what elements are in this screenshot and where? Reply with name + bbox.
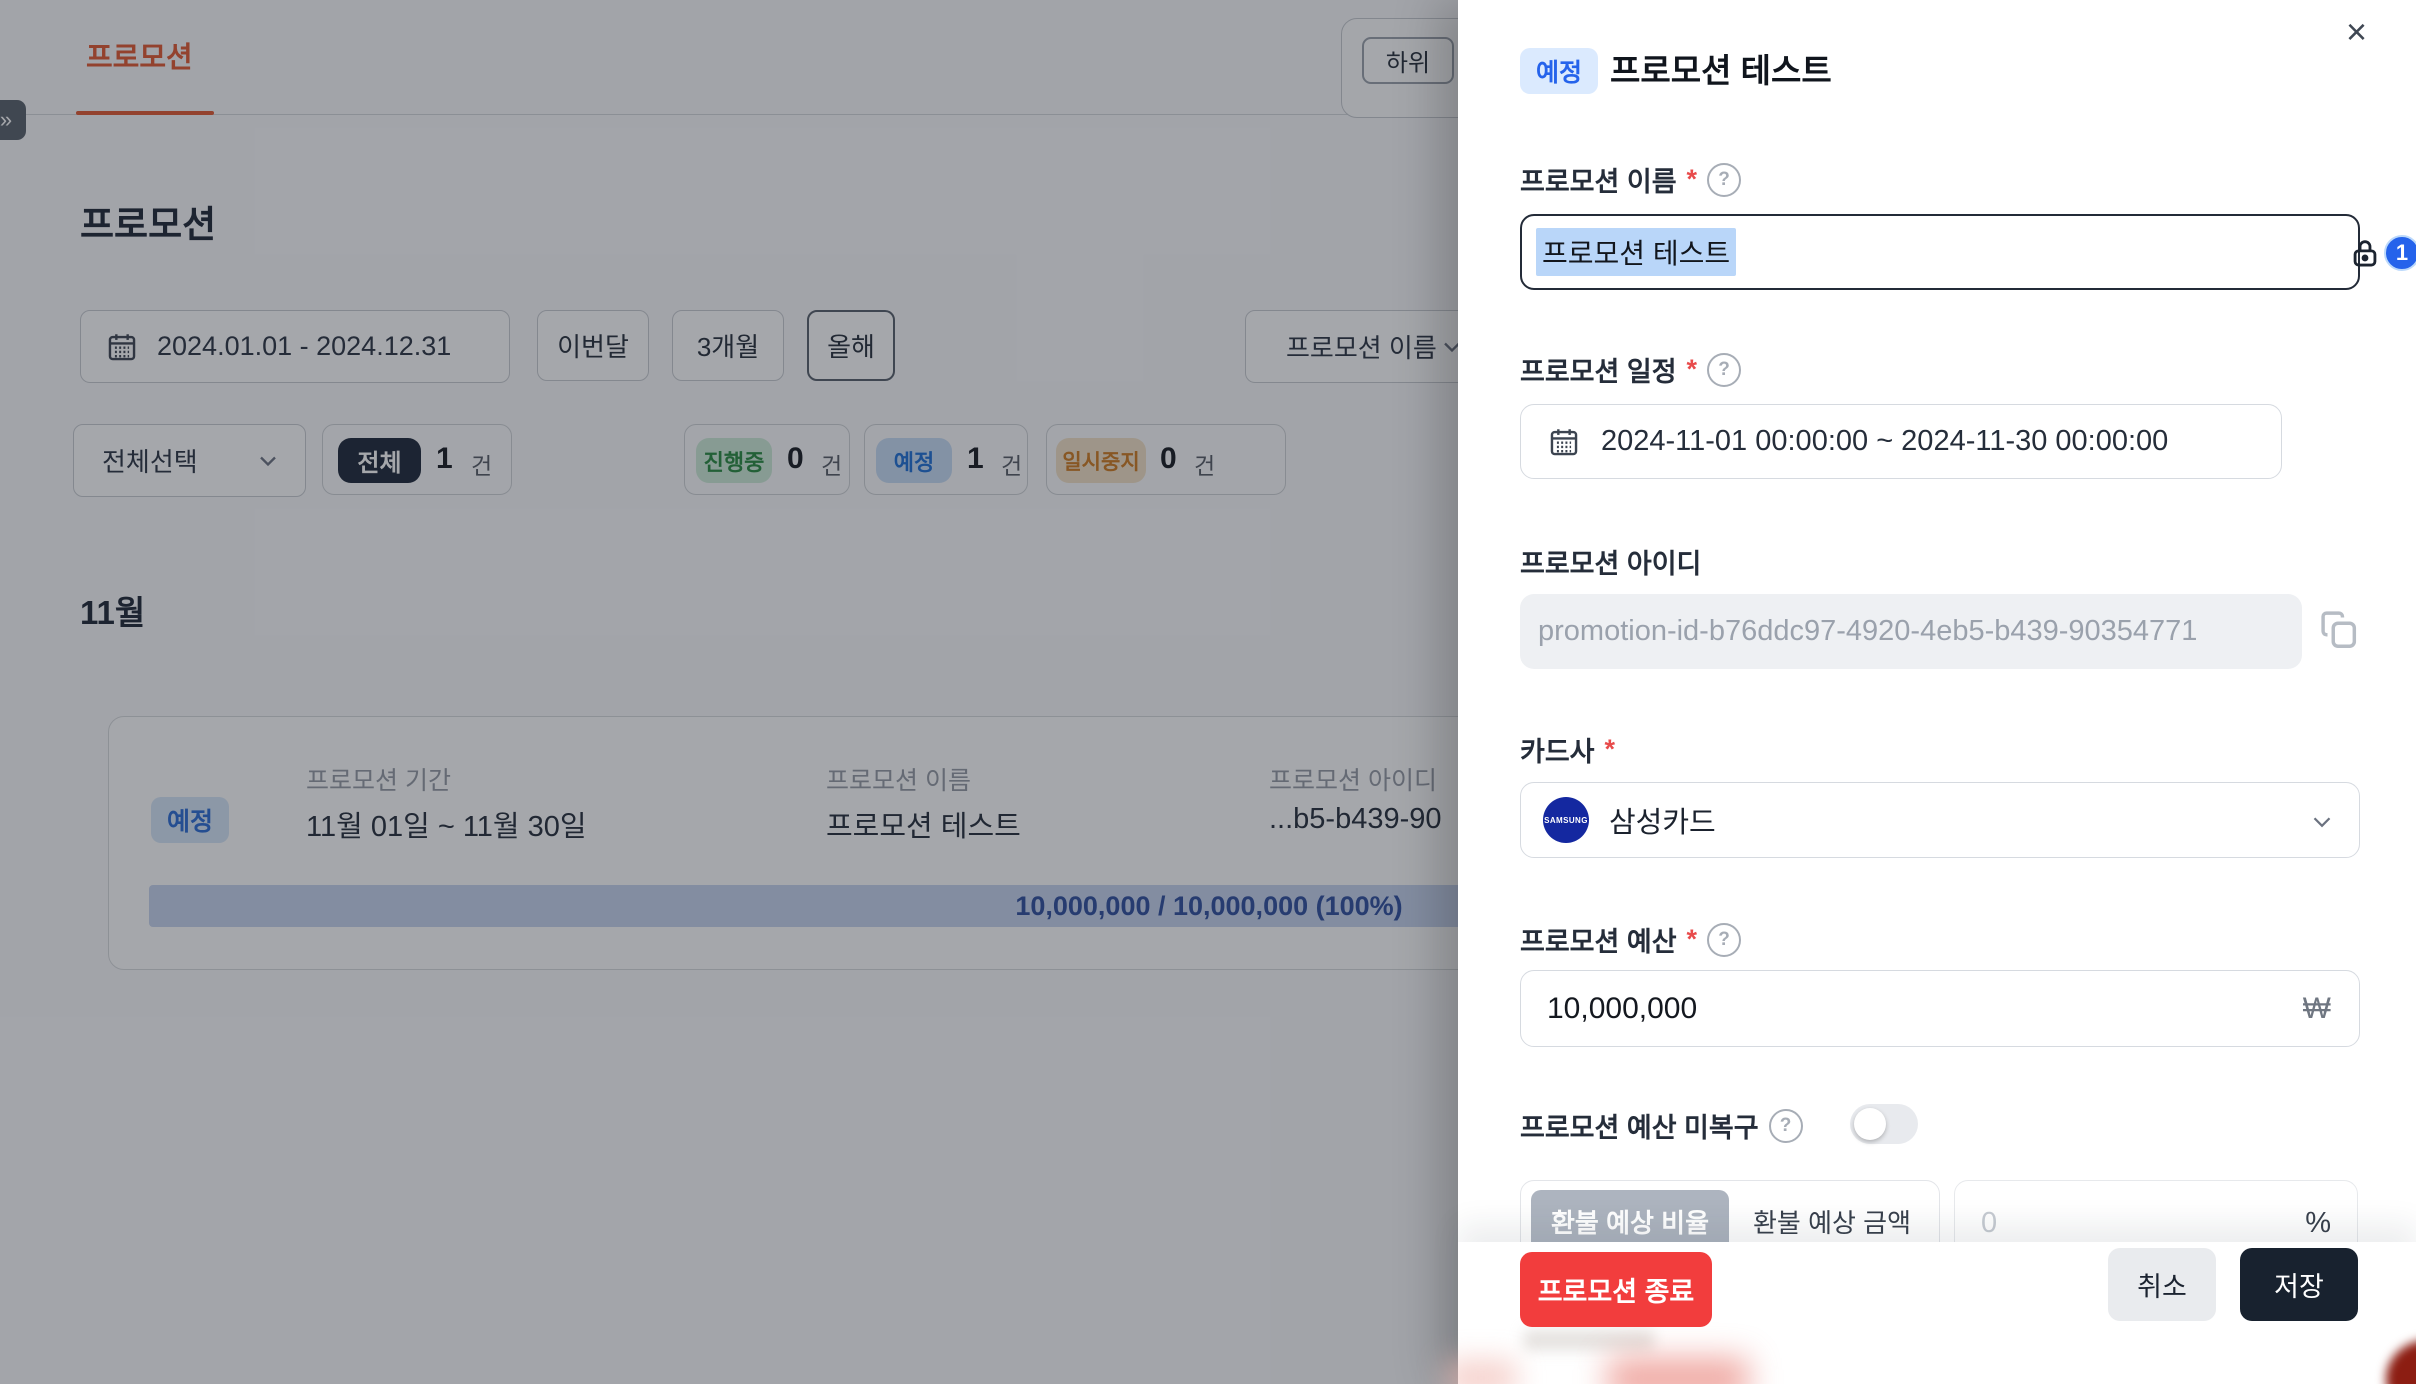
end-promotion-button[interactable]: 프로모션 종료 [1520, 1252, 1712, 1327]
card-company-select[interactable]: SAMSUNG 삼성카드 [1520, 782, 2360, 858]
won-currency-symbol: ₩ [2303, 992, 2331, 1026]
cancel-button[interactable]: 취소 [2108, 1248, 2216, 1321]
lock-icon[interactable] [2348, 236, 2382, 270]
card-company-value: 삼성카드 [1609, 799, 1716, 841]
required-asterisk: * [1687, 354, 1698, 385]
label-text: 프로모션 예산 미복구 [1520, 1106, 1759, 1145]
percent-suffix: % [2305, 1207, 2331, 1240]
name-input-value: 프로모션 테스트 [1536, 228, 1736, 276]
help-icon[interactable]: ? [1769, 1109, 1803, 1143]
blurred-background-content [1524, 1330, 1654, 1350]
name-field-label: 프로모션 이름 * ? [1520, 160, 1741, 199]
required-asterisk: * [1687, 164, 1698, 195]
help-icon[interactable]: ? [1707, 923, 1741, 957]
label-text: 카드사 [1520, 730, 1595, 769]
schedule-input[interactable]: 2024-11-01 00:00:00 ~ 2024-11-30 00:00:0… [1520, 404, 2282, 479]
id-field-label: 프로모션 아이디 [1520, 542, 1701, 581]
help-icon[interactable]: ? [1707, 163, 1741, 197]
required-asterisk: * [1605, 734, 1616, 765]
logo-text: SAMSUNG [1544, 816, 1588, 825]
label-text: 프로모션 아이디 [1520, 542, 1701, 581]
promotion-id-input: promotion-id-b76ddc97-4920-4eb5-b439-903… [1520, 594, 2302, 669]
promotion-detail-drawer: × 예정 프로모션 테스트 프로모션 이름 * ? 프로모션 테스트 1 프로모… [1458, 0, 2416, 1384]
password-manager-glyph: 1 [2396, 240, 2408, 266]
name-input[interactable]: 프로모션 테스트 1 [1520, 214, 2360, 290]
drawer-status-badge: 예정 [1520, 48, 1598, 94]
drawer-title: 프로모션 테스트 [1610, 44, 1832, 92]
calendar-icon [1547, 425, 1581, 459]
app-screen: » 프로모션 하위 프로모션 2024.01.01 - 2024.12.31 이… [0, 0, 2416, 1384]
blurred-red-accent [1608, 1358, 1748, 1384]
help-icon[interactable]: ? [1707, 353, 1741, 387]
drawer-footer: 프로모션 종료 취소 저장 [1458, 1242, 2416, 1384]
required-asterisk: * [1687, 924, 1698, 955]
save-button[interactable]: 저장 [2240, 1248, 2358, 1321]
schedule-field-label: 프로모션 일정 * ? [1520, 350, 1741, 389]
budget-input[interactable]: 10,000,000 ₩ [1520, 970, 2360, 1047]
schedule-value: 2024-11-01 00:00:00 ~ 2024-11-30 00:00:0… [1601, 425, 2168, 458]
close-icon[interactable]: × [2346, 14, 2367, 50]
copy-icon[interactable] [2316, 606, 2362, 657]
no-restore-toggle[interactable] [1850, 1104, 1918, 1144]
budget-field-label: 프로모션 예산 * ? [1520, 920, 1741, 959]
chevron-down-icon [2307, 807, 2337, 842]
label-text: 프로모션 일정 [1520, 350, 1677, 389]
samsung-card-logo: SAMSUNG [1543, 797, 1589, 843]
password-manager-icon[interactable]: 1 [2384, 235, 2416, 271]
card-company-label: 카드사 * [1520, 730, 1615, 769]
corner-red-shape [2386, 1340, 2416, 1384]
label-text: 프로모션 예산 [1520, 920, 1677, 959]
toggle-knob [1854, 1108, 1886, 1140]
promotion-id-value: promotion-id-b76ddc97-4920-4eb5-b439-903… [1538, 615, 2197, 648]
label-text: 프로모션 이름 [1520, 160, 1677, 199]
no-restore-label: 프로모션 예산 미복구 ? [1520, 1106, 1803, 1145]
blurred-pink-accent [1446, 1360, 1516, 1384]
budget-value: 10,000,000 [1547, 992, 1697, 1026]
